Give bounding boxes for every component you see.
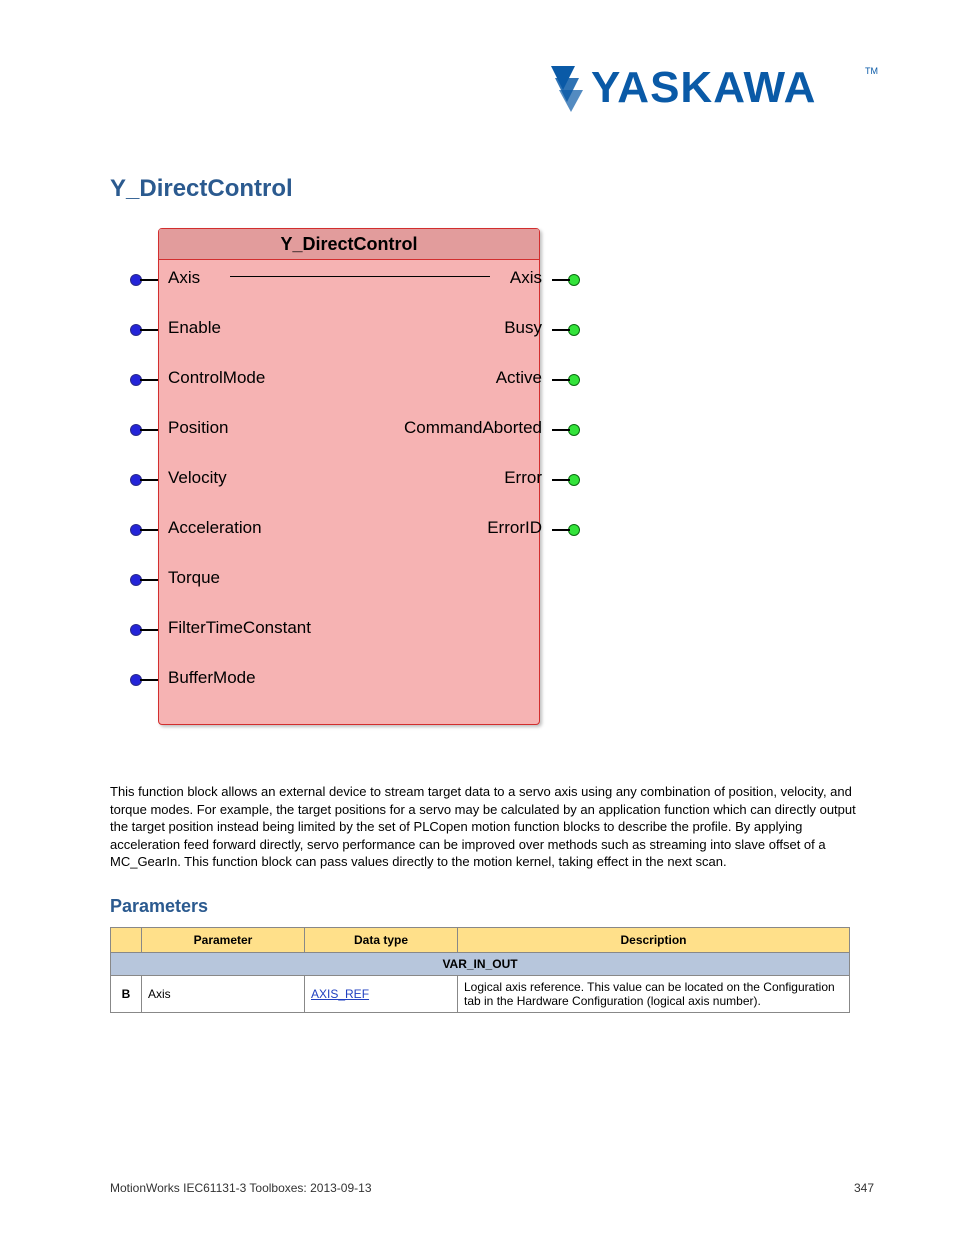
table-cell-datatype: AXIS_REF bbox=[305, 975, 458, 1012]
function-block-diagram: Y_DirectControl Axis Enable ControlMode … bbox=[130, 228, 580, 743]
footer-left-text: MotionWorks IEC61131-3 Toolboxes: 2013-0… bbox=[110, 1181, 372, 1195]
section-title: Y_DirectControl bbox=[110, 175, 874, 203]
description-paragraph: This function block allows an external d… bbox=[110, 783, 874, 871]
yaskawa-logo: YASKAWA TM bbox=[549, 60, 879, 114]
table-section-var-in-out: VAR_IN_OUT bbox=[111, 952, 850, 975]
table-cell-parameter: Axis bbox=[142, 975, 305, 1012]
table-header-row: Parameter Data type Description bbox=[111, 927, 850, 952]
page-footer: MotionWorks IEC61131-3 Toolboxes: 2013-0… bbox=[110, 1181, 874, 1195]
svg-text:TM: TM bbox=[865, 66, 878, 76]
axis-ref-link[interactable]: AXIS_REF bbox=[311, 987, 369, 1001]
output-label-axis: Axis bbox=[510, 268, 542, 288]
function-block-title: Y_DirectControl bbox=[159, 229, 539, 260]
table-cell-side: B bbox=[111, 975, 142, 1012]
table-header-parameter: Parameter bbox=[142, 927, 305, 952]
table-row: B Axis AXIS_REF Logical axis reference. … bbox=[111, 975, 850, 1012]
logo-text: YASKAWA bbox=[591, 63, 816, 112]
footer-page-number: 347 bbox=[854, 1181, 874, 1195]
input-label-filtertimeconstant: FilterTimeConstant bbox=[168, 618, 311, 638]
output-label-errorid: ErrorID bbox=[487, 518, 542, 538]
output-label-commandaborted: CommandAborted bbox=[404, 418, 542, 438]
input-label-torque: Torque bbox=[168, 568, 220, 588]
table-cell-description: Logical axis reference. This value can b… bbox=[458, 975, 850, 1012]
input-label-buffermode: BufferMode bbox=[168, 668, 256, 688]
parameters-table: Parameter Data type Description VAR_IN_O… bbox=[110, 927, 850, 1013]
parameters-heading: Parameters bbox=[110, 896, 874, 917]
output-label-active: Active bbox=[496, 368, 542, 388]
output-label-busy: Busy bbox=[504, 318, 542, 338]
output-label-error: Error bbox=[504, 468, 542, 488]
table-header-datatype: Data type bbox=[305, 927, 458, 952]
table-header-description: Description bbox=[458, 927, 850, 952]
